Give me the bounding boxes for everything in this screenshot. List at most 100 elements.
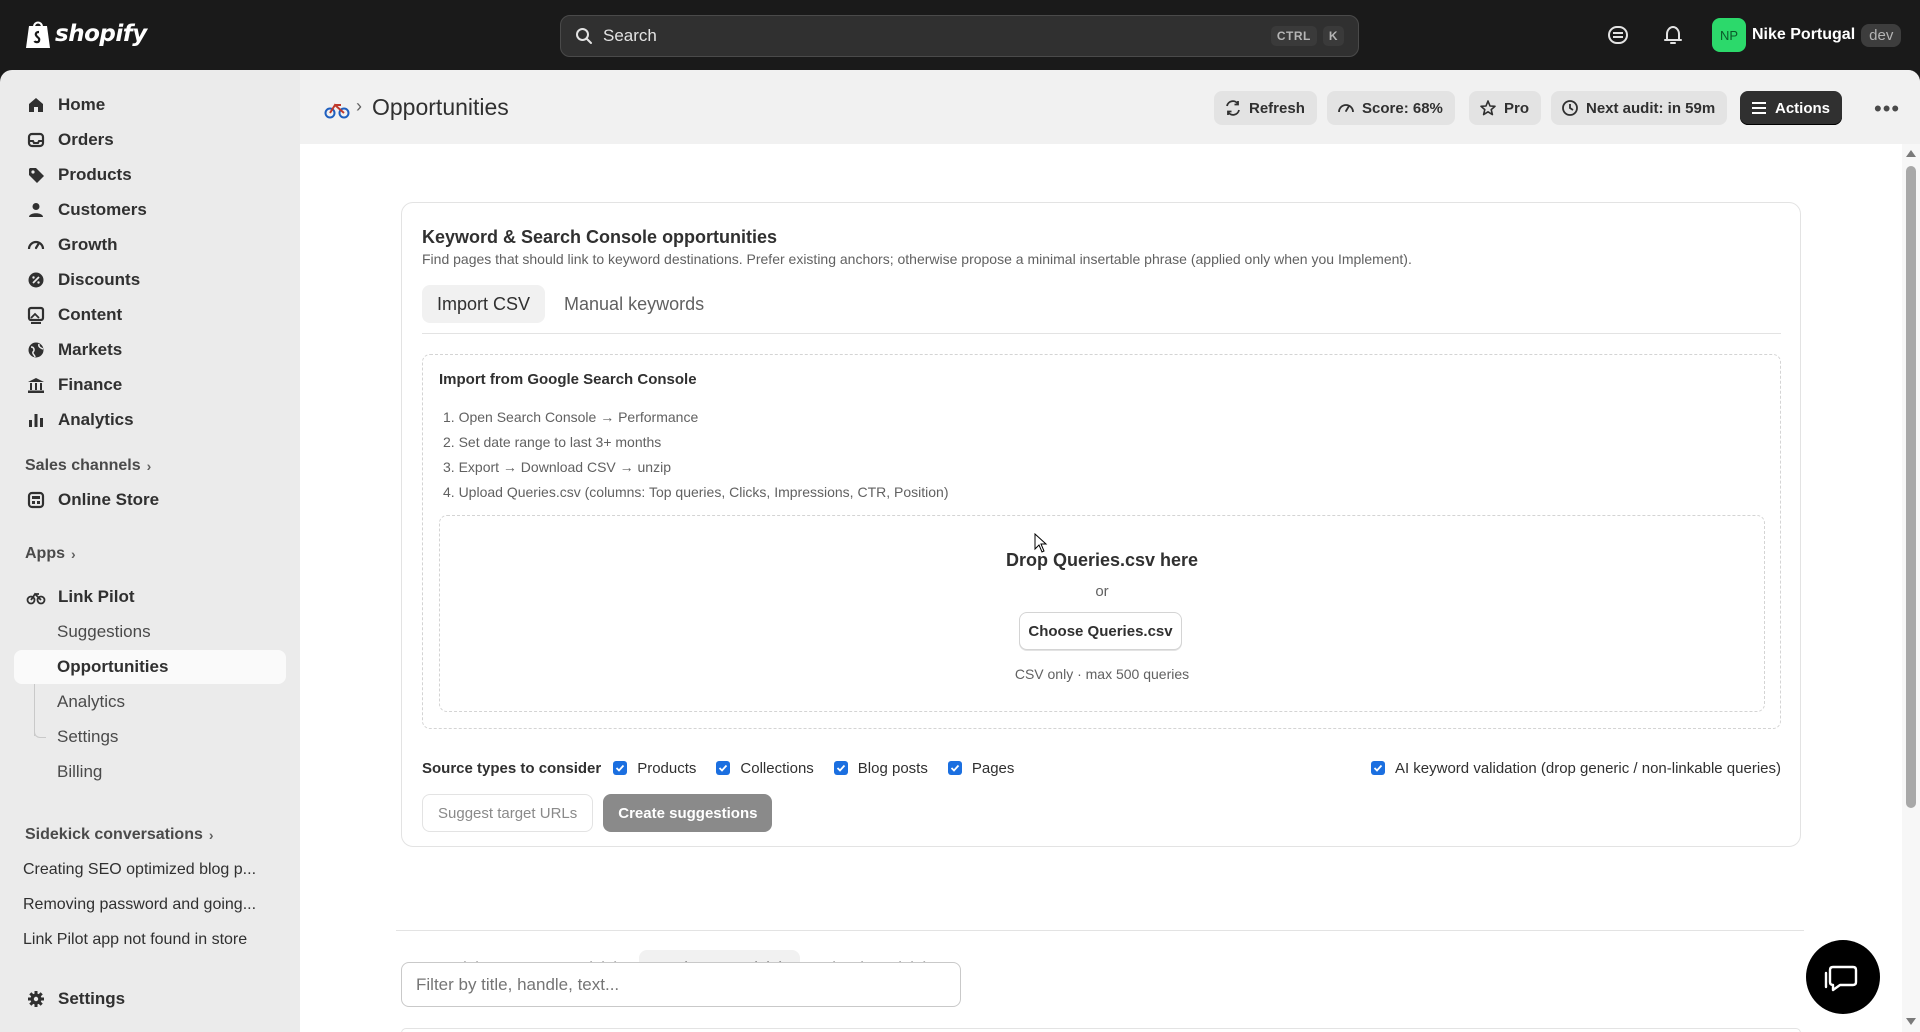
refresh-button[interactable]: Refresh <box>1214 91 1317 125</box>
filter-input[interactable] <box>401 962 961 1007</box>
source-types-row: Source types to consider Products Collec… <box>422 757 1781 779</box>
page-header: › Opportunities Refresh Score: 68% Pro N… <box>300 70 1920 144</box>
drop-or: or <box>1095 583 1109 600</box>
sidebar-item-link-pilot[interactable]: Link Pilot <box>14 580 286 614</box>
check-icon <box>950 764 960 772</box>
sidebar-item-label: Markets <box>58 340 123 359</box>
checkbox-collections[interactable] <box>716 761 731 775</box>
sidebar-item-discounts[interactable]: Discounts <box>14 263 286 297</box>
sidebar-item-finance[interactable]: Finance <box>14 368 286 402</box>
clock-icon <box>1562 100 1578 116</box>
sidebar-item-online-store[interactable]: Online Store <box>14 483 286 517</box>
shopify-bag-icon <box>26 21 50 48</box>
sidebar-item-home[interactable]: Home <box>14 88 286 122</box>
account-menu[interactable]: NP Nike Portugal dev <box>1712 18 1902 52</box>
shopify-logo[interactable]: shopify <box>24 18 147 50</box>
chevron-right-icon: › <box>71 546 76 562</box>
scroll-down-arrow[interactable] <box>1906 1018 1916 1025</box>
sidebar-subitem-settings[interactable]: Settings <box>14 720 286 754</box>
sidebar-subitem-opportunities[interactable]: Opportunities <box>14 650 286 684</box>
card-actions: Suggest target URLs Create suggestions <box>422 794 773 832</box>
apps-heading[interactable]: Apps › <box>25 545 76 563</box>
step-item: 3. Export → Download CSV → unzip <box>443 459 671 475</box>
sidebar-item-content[interactable]: Content <box>14 298 286 332</box>
sidebar-subitem-billing[interactable]: Billing <box>14 755 286 789</box>
chat-bubble-button[interactable] <box>1806 940 1880 1014</box>
conversation-item[interactable]: Creating SEO optimized blog p... <box>23 861 256 879</box>
sidebar-item-label: Discounts <box>58 270 141 289</box>
refresh-icon <box>1226 100 1240 116</box>
sales-channels-heading[interactable]: Sales channels › <box>25 457 151 475</box>
sidebar-item-products[interactable]: Products <box>14 158 286 192</box>
bar-chart-icon <box>29 414 43 427</box>
sidebar-item-label: Settings <box>58 989 126 1008</box>
sidebar-item-analytics[interactable]: Analytics <box>14 403 286 437</box>
import-steps: 1. Open Search Console → Performance 2. … <box>443 405 948 505</box>
more-options-icon[interactable]: ••• <box>1874 96 1900 122</box>
sidekick-conversations-heading[interactable]: Sidekick conversations › <box>25 826 214 844</box>
sidebar-item-label: Orders <box>58 130 114 149</box>
conversation-item[interactable]: Link Pilot app not found in store <box>23 931 247 949</box>
create-suggestions-button[interactable]: Create suggestions <box>603 794 773 832</box>
tab-import-csv[interactable]: Import CSV <box>422 285 546 323</box>
import-title: Import from Google Search Console <box>439 371 697 388</box>
sidebar-item-label: Analytics <box>58 410 134 429</box>
sidebar-subitem-analytics[interactable]: Analytics <box>14 685 286 719</box>
scroll-thumb[interactable] <box>1906 166 1916 808</box>
drop-title: Drop Queries.csv here <box>1005 550 1199 570</box>
page-title: Opportunities <box>372 94 509 120</box>
sidebar-item-orders[interactable]: Orders <box>14 123 286 157</box>
app-content: Keyword & Search Console opportunities F… <box>300 144 1902 1032</box>
sidebar-item-markets[interactable]: Markets <box>14 333 286 367</box>
sidebar-item-customers[interactable]: Customers <box>14 193 286 227</box>
sidebar-item-label: Content <box>58 305 123 324</box>
checkbox-ai-validation[interactable] <box>1370 761 1385 775</box>
sidekick-icon[interactable] <box>1607 24 1629 46</box>
tab-manual-keywords[interactable]: Manual keywords <box>549 285 719 323</box>
scrollbar[interactable] <box>1902 144 1920 1032</box>
globe-icon <box>28 342 44 358</box>
scroll-up-arrow[interactable] <box>1906 150 1916 157</box>
sidebar-item-label: Growth <box>58 235 118 254</box>
main-area: › Opportunities Refresh Score: 68% Pro N… <box>300 70 1920 1032</box>
check-icon <box>616 764 625 772</box>
search-placeholder: Search <box>603 26 657 45</box>
chat-icon <box>1824 965 1858 992</box>
shortcut-ctrl: CTRL <box>1270 26 1317 46</box>
actions-button[interactable]: Actions <box>1740 91 1843 125</box>
card-title: Keyword & Search Console opportunities <box>422 227 778 247</box>
avatar: NP <box>1712 18 1746 52</box>
sidebar-subitem-suggestions[interactable]: Suggestions <box>14 615 286 649</box>
ai-validation-option: AI keyword validation (drop generic / no… <box>1370 760 1781 777</box>
sidebar-item-settings[interactable]: Settings <box>14 982 286 1016</box>
csv-drop-zone[interactable]: Drop Queries.csv here or Choose Queries.… <box>439 515 1765 712</box>
global-search[interactable]: Search CTRL K <box>560 15 1359 57</box>
store-icon <box>27 491 45 509</box>
check-icon <box>836 764 845 772</box>
import-section: Import from Google Search Console 1. Ope… <box>422 354 1781 729</box>
suggest-target-urls-button[interactable]: Suggest target URLs <box>422 794 594 832</box>
sidebar-item-label: Finance <box>58 375 123 394</box>
sidekick-heading-label: Sidekick conversations <box>25 826 203 843</box>
step-item: 1. Open Search Console → Performance <box>443 409 699 425</box>
gear-icon <box>28 991 44 1007</box>
checkbox-label: Pages <box>971 759 1015 777</box>
choose-csv-button[interactable]: Choose Queries.csv <box>1019 612 1182 650</box>
checkbox-products[interactable] <box>613 761 628 775</box>
star-icon <box>1480 100 1496 116</box>
next-audit-button[interactable]: Next audit: in 59m <box>1551 91 1728 125</box>
checkbox-blog-posts[interactable] <box>833 761 848 775</box>
conversation-item[interactable]: Removing password and going... <box>23 896 256 914</box>
score-button[interactable]: Score: 68% <box>1327 91 1455 125</box>
actions-label: Actions <box>1775 99 1831 117</box>
bell-icon[interactable] <box>1662 24 1684 46</box>
top-bar: shopify Search CTRL K NP Nike Portugal d… <box>0 0 1920 70</box>
shortcut-k: K <box>1322 26 1344 46</box>
chevron-right-icon: › <box>208 827 214 843</box>
checkbox-pages[interactable] <box>947 761 962 775</box>
plan-button[interactable]: Pro <box>1469 91 1542 125</box>
home-icon <box>29 98 43 112</box>
search-icon <box>576 28 592 44</box>
score-label: Score: 68% <box>1362 99 1443 117</box>
sidebar-item-growth[interactable]: Growth <box>14 228 286 262</box>
